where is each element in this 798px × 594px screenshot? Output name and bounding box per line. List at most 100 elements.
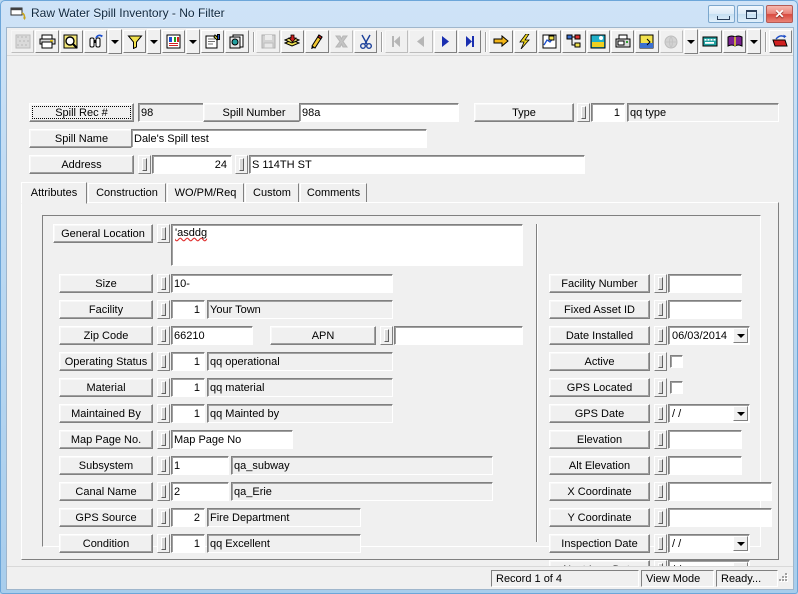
add-record-icon[interactable] bbox=[280, 30, 305, 53]
operating-status-label[interactable]: Operating Status bbox=[59, 352, 153, 371]
address-label[interactable]: Address bbox=[29, 155, 134, 174]
condition-label[interactable]: Condition bbox=[59, 534, 153, 553]
general-location-field[interactable]: 'asddg bbox=[171, 224, 523, 266]
gps-located-label[interactable]: GPS Located bbox=[549, 378, 650, 397]
copy-record-icon[interactable] bbox=[225, 30, 249, 53]
y-coordinate-label[interactable]: Y Coordinate bbox=[549, 508, 650, 527]
help-dropdown-arrow[interactable] bbox=[747, 29, 761, 54]
operating-status-lookup-button[interactable] bbox=[157, 352, 170, 371]
goto-icon[interactable] bbox=[489, 30, 513, 53]
zip-code-lookup-button[interactable] bbox=[157, 326, 170, 345]
find-dropdown-arrow[interactable] bbox=[108, 29, 123, 54]
report-icon[interactable] bbox=[162, 30, 186, 53]
material-label[interactable]: Material bbox=[59, 378, 153, 397]
lightning-icon[interactable] bbox=[513, 30, 537, 53]
fax-icon[interactable] bbox=[610, 30, 635, 53]
first-record-icon[interactable] bbox=[384, 30, 409, 53]
gps-date-dropdown-icon[interactable] bbox=[733, 406, 748, 421]
gps-date-label[interactable]: GPS Date bbox=[549, 404, 650, 423]
cut-icon[interactable] bbox=[353, 30, 378, 53]
condition-lookup-button[interactable] bbox=[157, 534, 170, 553]
print-icon[interactable] bbox=[35, 30, 59, 53]
apn-field[interactable] bbox=[394, 326, 523, 345]
general-location-lookup-button[interactable] bbox=[157, 224, 170, 243]
inspection-date-lookup-button[interactable] bbox=[654, 534, 667, 553]
facility-lookup-button[interactable] bbox=[157, 300, 170, 319]
canal-name-label[interactable]: Canal Name bbox=[59, 482, 153, 501]
help-book-icon[interactable] bbox=[722, 30, 747, 53]
gps-source-label[interactable]: GPS Source bbox=[59, 508, 153, 527]
tab-custom[interactable]: Custom bbox=[245, 183, 299, 203]
maintained-by-code-field[interactable]: 1 bbox=[171, 404, 205, 423]
close-button[interactable]: ✕ bbox=[766, 5, 793, 23]
apn-lookup-button[interactable] bbox=[380, 326, 393, 345]
size-lookup-button[interactable] bbox=[157, 274, 170, 293]
zip-code-label[interactable]: Zip Code bbox=[59, 326, 153, 345]
map-page-no-lookup-button[interactable] bbox=[157, 430, 170, 449]
address-street-field[interactable]: S 114TH ST bbox=[249, 155, 585, 174]
keyboard-icon[interactable] bbox=[698, 30, 722, 53]
spill-name-label[interactable]: Spill Name bbox=[29, 129, 134, 148]
globe-dropdown-arrow[interactable] bbox=[683, 29, 698, 54]
spill-number-field[interactable]: 98a bbox=[299, 103, 459, 122]
alt-elevation-lookup-button[interactable] bbox=[654, 456, 667, 475]
filter-icon[interactable] bbox=[123, 30, 147, 53]
date-installed-label[interactable]: Date Installed bbox=[549, 326, 650, 345]
fixed-asset-id-lookup-button[interactable] bbox=[654, 300, 667, 319]
alt-elevation-label[interactable]: Alt Elevation bbox=[549, 456, 650, 475]
apn-label[interactable]: APN bbox=[270, 326, 376, 345]
fixed-asset-id-field[interactable] bbox=[668, 300, 742, 319]
active-lookup-button[interactable] bbox=[654, 352, 667, 371]
active-checkbox[interactable] bbox=[670, 355, 683, 368]
subsystem-label[interactable]: Subsystem bbox=[59, 456, 153, 475]
globe-icon[interactable] bbox=[659, 30, 683, 53]
y-coordinate-field[interactable] bbox=[668, 508, 772, 527]
alt-elevation-field[interactable] bbox=[668, 456, 742, 475]
save-icon[interactable] bbox=[256, 30, 280, 53]
facility-number-lookup-button[interactable] bbox=[654, 274, 667, 293]
subsystem-lookup-button[interactable] bbox=[157, 456, 170, 475]
facility-code-field[interactable]: 1 bbox=[171, 300, 205, 319]
size-label[interactable]: Size bbox=[59, 274, 153, 293]
find-icon[interactable] bbox=[84, 30, 108, 53]
address-number-field[interactable]: 24 bbox=[152, 155, 232, 174]
gps-located-lookup-button[interactable] bbox=[654, 378, 667, 397]
canal-name-code-field[interactable]: 2 bbox=[171, 482, 229, 501]
tab-attributes[interactable]: Attributes bbox=[21, 182, 87, 204]
map-page-no-label[interactable]: Map Page No. bbox=[59, 430, 153, 449]
edit-record-icon[interactable] bbox=[305, 30, 329, 53]
filter-dropdown-arrow[interactable] bbox=[147, 29, 161, 54]
size-field[interactable]: 10- bbox=[171, 274, 393, 293]
elevation-label[interactable]: Elevation bbox=[549, 430, 650, 449]
inspection-date-label[interactable]: Inspection Date bbox=[549, 534, 650, 553]
zip-code-field[interactable]: 66210 bbox=[171, 326, 253, 345]
inspection-date-field[interactable]: / / bbox=[668, 534, 750, 553]
material-code-field[interactable]: 1 bbox=[171, 378, 205, 397]
tree-view-icon[interactable] bbox=[562, 30, 586, 53]
spill-number-label[interactable]: Spill Number bbox=[203, 103, 305, 122]
elevation-lookup-button[interactable] bbox=[654, 430, 667, 449]
condition-code-field[interactable]: 1 bbox=[171, 534, 205, 553]
gps-source-lookup-button[interactable] bbox=[157, 508, 170, 527]
x-coordinate-field[interactable] bbox=[668, 482, 772, 501]
active-label[interactable]: Active bbox=[549, 352, 650, 371]
map-page-no-field[interactable]: Map Page No bbox=[171, 430, 293, 449]
image-icon[interactable] bbox=[586, 30, 610, 53]
map-icon[interactable] bbox=[537, 30, 562, 53]
inspection-date-dropdown-icon[interactable] bbox=[733, 536, 748, 551]
tab-wo-pm-req[interactable]: WO/PM/Req bbox=[167, 183, 244, 203]
facility-label[interactable]: Facility bbox=[59, 300, 153, 319]
address-street-lookup-button[interactable] bbox=[235, 155, 248, 174]
x-coordinate-lookup-button[interactable] bbox=[654, 482, 667, 501]
grid-view-icon[interactable] bbox=[11, 30, 35, 53]
gps-date-field[interactable]: / / bbox=[668, 404, 750, 423]
facility-number-label[interactable]: Facility Number bbox=[549, 274, 650, 293]
last-record-icon[interactable] bbox=[458, 30, 482, 53]
facility-number-field[interactable] bbox=[668, 274, 742, 293]
date-installed-dropdown-icon[interactable] bbox=[733, 328, 748, 343]
canal-name-lookup-button[interactable] bbox=[157, 482, 170, 501]
previous-record-icon[interactable] bbox=[409, 30, 433, 53]
type-lookup-button[interactable] bbox=[577, 103, 590, 122]
type-code-field[interactable]: 1 bbox=[591, 103, 625, 122]
material-lookup-button[interactable] bbox=[157, 378, 170, 397]
